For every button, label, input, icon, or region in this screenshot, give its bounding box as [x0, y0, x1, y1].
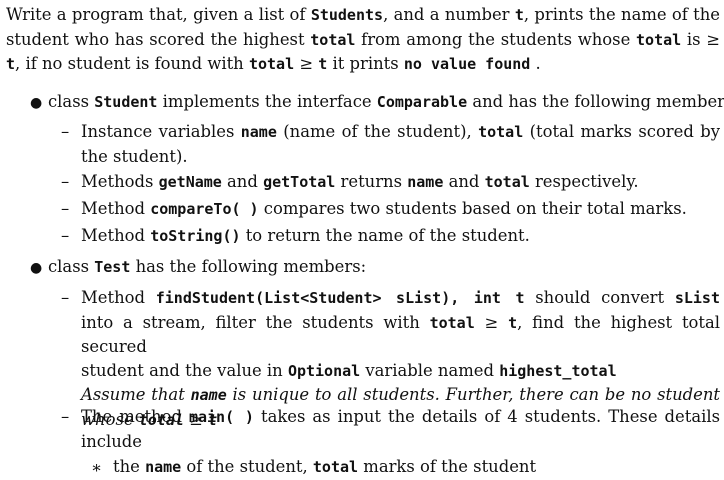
bullet-icon: ●: [30, 95, 43, 111]
dash-icon: –: [61, 288, 70, 307]
star-icon: ∗: [91, 458, 103, 477]
intro-line-3: t, if no student is found with total ≥ t…: [6, 54, 541, 73]
dash-icon: –: [61, 199, 70, 218]
dash-icon: –: [61, 122, 70, 141]
intro-paragraph: Write a program that, given a list of St…: [6, 3, 720, 77]
student-item-getters: Methods getName and getTotal returns nam…: [81, 172, 639, 191]
intro-line-2: student who has scored the highest total…: [6, 29, 720, 49]
student-item-instance-vars: Instance variables name (name of the stu…: [81, 122, 720, 166]
dash-icon: –: [61, 407, 70, 426]
assumption-note: Assume that name is unique to all studen…: [81, 385, 720, 404]
student-class-heading: class Student implements the interface C…: [48, 92, 724, 111]
test-item-main: The method main( ) takes as input the de…: [81, 407, 720, 451]
student-item-tostring: Method toString() to return the name of …: [81, 226, 530, 245]
test-class-heading: class Test has the following members:: [48, 257, 367, 276]
student-item-compareto: Method compareTo( ) compares two student…: [81, 199, 687, 218]
bullet-icon: ●: [30, 260, 43, 276]
intro-line-1: Write a program that, given a list of St…: [6, 5, 721, 24]
document-page: Write a program that, given a list of St…: [0, 0, 724, 480]
dash-icon: –: [61, 226, 70, 245]
dash-icon: –: [61, 172, 70, 191]
main-subitem-details: the name of the student, total marks of …: [113, 457, 537, 476]
